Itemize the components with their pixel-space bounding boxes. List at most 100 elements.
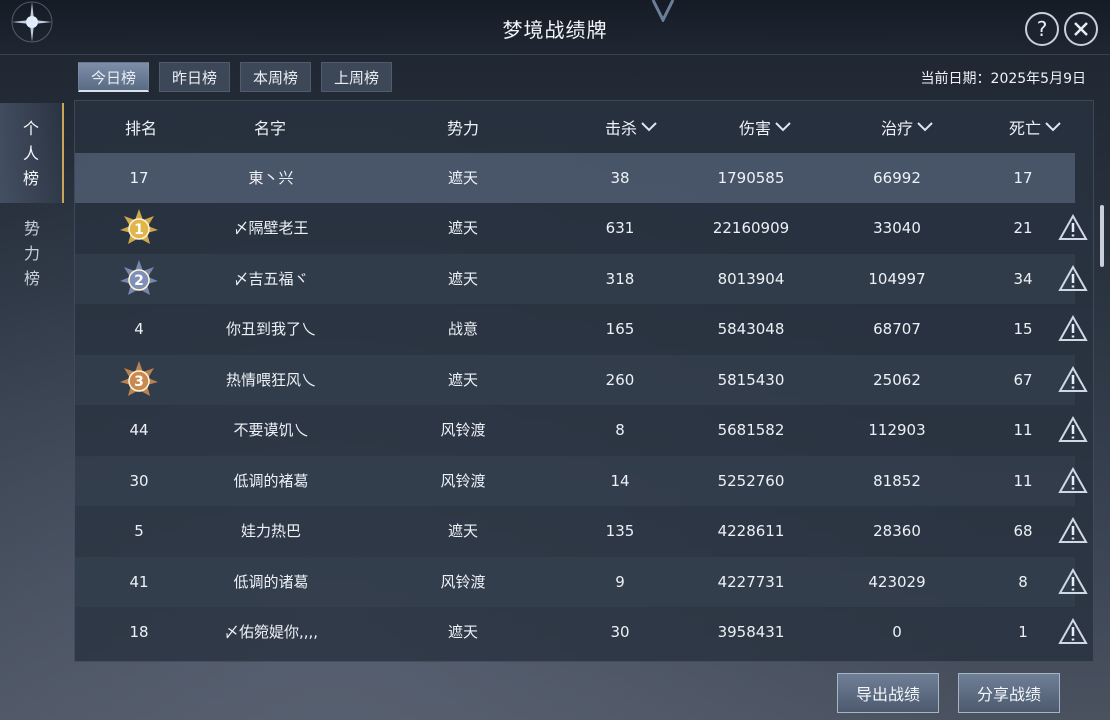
table-row[interactable]: 41 低调的诸葛 风铃渡 9 4227731 423029 8 [75, 556, 1088, 607]
cell-kills: 14 [610, 471, 630, 490]
cell-kills: 8 [615, 421, 625, 439]
cell-rank: 18 [129, 623, 149, 641]
cell-heal: 423029 [868, 572, 926, 591]
cell-damage: 5252760 [717, 471, 785, 490]
side-nav-char: 榜 [22, 168, 39, 188]
scrollbar-thumb[interactable] [1100, 205, 1104, 267]
header-faction: 势力 [446, 119, 479, 138]
cell-faction: 战意 [447, 320, 478, 338]
question-icon: ? [1036, 17, 1048, 41]
cell-heal: 33040 [873, 219, 921, 237]
cell-kills: 38 [610, 169, 630, 187]
medal-rank-number: 2 [134, 273, 144, 289]
export-button[interactable]: 导出战绩 [837, 673, 939, 713]
sort-chevron-icon[interactable] [641, 122, 657, 132]
cell-deaths: 1 [1018, 623, 1028, 641]
close-button[interactable] [1064, 12, 1098, 46]
cell-faction: 风铃渡 [440, 572, 486, 591]
cell-damage: 1790585 [717, 169, 785, 187]
cell-damage: 4228611 [717, 522, 785, 540]
cell-name: 〆隔壁老王 [233, 219, 309, 237]
gold-medal-icon: 1 [120, 209, 158, 244]
cell-kills: 9 [615, 572, 625, 591]
cell-deaths: 21 [1013, 219, 1033, 237]
report-warning-icon[interactable] [1058, 365, 1088, 393]
header-deaths-label: 死亡 [1008, 119, 1041, 138]
cell-kills: 318 [605, 269, 635, 288]
cell-deaths: 34 [1013, 269, 1033, 288]
header-heal[interactable]: 治疗 [871, 115, 943, 139]
tab-last-week[interactable]: 上周榜 [321, 62, 393, 92]
table-row[interactable]: 18 〆佑箢媞你,,,, 遮天 30 3958431 0 1 [75, 607, 1088, 657]
cell-kills: 30 [610, 623, 630, 641]
period-tabs: 今日榜 昨日榜 本周榜 上周榜 [78, 62, 393, 92]
cell-heal: 0 [892, 623, 902, 641]
cell-damage: 22160909 [712, 219, 790, 237]
report-warning-icon[interactable] [1058, 315, 1088, 342]
table-row[interactable]: 30 低调的褚葛 风铃渡 14 5252760 81852 11 [75, 455, 1088, 506]
title-bar: 梦境战绩牌 ? [0, 0, 1110, 55]
header-heal-label: 治疗 [880, 119, 913, 138]
cell-damage: 4227731 [717, 572, 785, 591]
cell-damage: 5815430 [717, 370, 785, 389]
report-warning-icon[interactable] [1058, 618, 1088, 645]
table-row[interactable]: 4 你丑到我了乀 战意 165 5843048 68707 15 [75, 304, 1088, 354]
header-damage[interactable]: 伤害 [729, 115, 801, 139]
header-rank: 排名 [124, 119, 157, 138]
cell-kills: 260 [605, 370, 635, 389]
report-warning-icon[interactable] [1058, 567, 1088, 595]
cell-heal: 81852 [873, 471, 921, 490]
leaderboard-panel: 排名 名字 势力 击杀 伤害 治疗 死亡 17 東丶兴 遮天 38 1790585 669… [74, 100, 1094, 662]
sort-chevron-icon[interactable] [1045, 122, 1061, 132]
cell-faction: 遮天 [447, 269, 478, 288]
table-row[interactable]: 1 〆隔壁老王 遮天 631 22160909 33040 21 [75, 203, 1088, 253]
cell-damage: 5681582 [717, 421, 785, 439]
cell-rank: 44 [129, 421, 149, 439]
self-row[interactable]: 17 東丶兴 遮天 38 1790585 66992 17 [75, 153, 1075, 203]
cell-heal: 25062 [873, 370, 921, 389]
side-nav-char: 榜 [23, 268, 40, 288]
report-warning-icon[interactable] [1058, 517, 1088, 544]
cell-name: 热情喂狂风乀 [225, 370, 316, 389]
cell-heal: 68707 [873, 320, 921, 338]
cell-rank: 5 [134, 522, 144, 540]
side-nav-char: 势 [23, 218, 40, 238]
sort-chevron-icon[interactable] [917, 122, 933, 132]
report-warning-icon[interactable] [1058, 466, 1088, 494]
cell-deaths: 11 [1013, 471, 1033, 490]
header-deaths[interactable]: 死亡 [999, 115, 1071, 139]
tab-today[interactable]: 今日榜 [78, 62, 150, 92]
cell-kills: 165 [605, 320, 635, 338]
side-nav-personal[interactable]: 个 人 榜 [0, 103, 64, 203]
cell-faction: 风铃渡 [440, 421, 486, 439]
share-button[interactable]: 分享战绩 [958, 673, 1060, 713]
report-warning-icon[interactable] [1058, 264, 1088, 292]
table-row[interactable]: 44 不要谟饥乀 风铃渡 8 5681582 112903 11 [75, 405, 1088, 455]
cell-faction: 遮天 [447, 219, 478, 237]
medal-rank-number: 1 [134, 222, 144, 238]
tab-this-week[interactable]: 本周榜 [240, 62, 312, 92]
header-kills[interactable]: 击杀 [595, 115, 667, 139]
cell-rank: 4 [134, 320, 144, 338]
window-title: 梦境战绩牌 [502, 18, 608, 42]
cell-faction: 遮天 [447, 522, 478, 540]
tab-yesterday[interactable]: 昨日榜 [159, 62, 231, 92]
side-nav-faction[interactable]: 势 力 榜 [0, 203, 64, 303]
report-warning-icon[interactable] [1058, 214, 1088, 241]
table-row[interactable]: 2 〆吉五福ヾ 遮天 318 8013904 104997 34 [75, 253, 1088, 304]
cell-rank: 41 [129, 572, 149, 591]
cell-name: 〆吉五福ヾ [233, 269, 309, 288]
help-button[interactable]: ? [1025, 12, 1059, 46]
report-warning-icon[interactable] [1058, 416, 1088, 443]
cell-deaths: 68 [1013, 522, 1033, 540]
current-date: 当前日期：2025年5月9日 [920, 71, 1086, 87]
table-row[interactable]: 3 热情喂狂风乀 遮天 260 5815430 25062 67 [75, 354, 1088, 405]
cell-heal: 28360 [873, 522, 921, 540]
header-kills-label: 击杀 [604, 119, 637, 138]
cell-deaths: 17 [1013, 169, 1033, 187]
sort-chevron-icon[interactable] [775, 122, 791, 132]
cell-name: 你丑到我了乀 [225, 320, 316, 338]
cell-faction: 遮天 [447, 169, 478, 187]
cell-deaths: 15 [1013, 320, 1033, 338]
table-row[interactable]: 5 娃力热巴 遮天 135 4228611 28360 68 [75, 506, 1088, 556]
